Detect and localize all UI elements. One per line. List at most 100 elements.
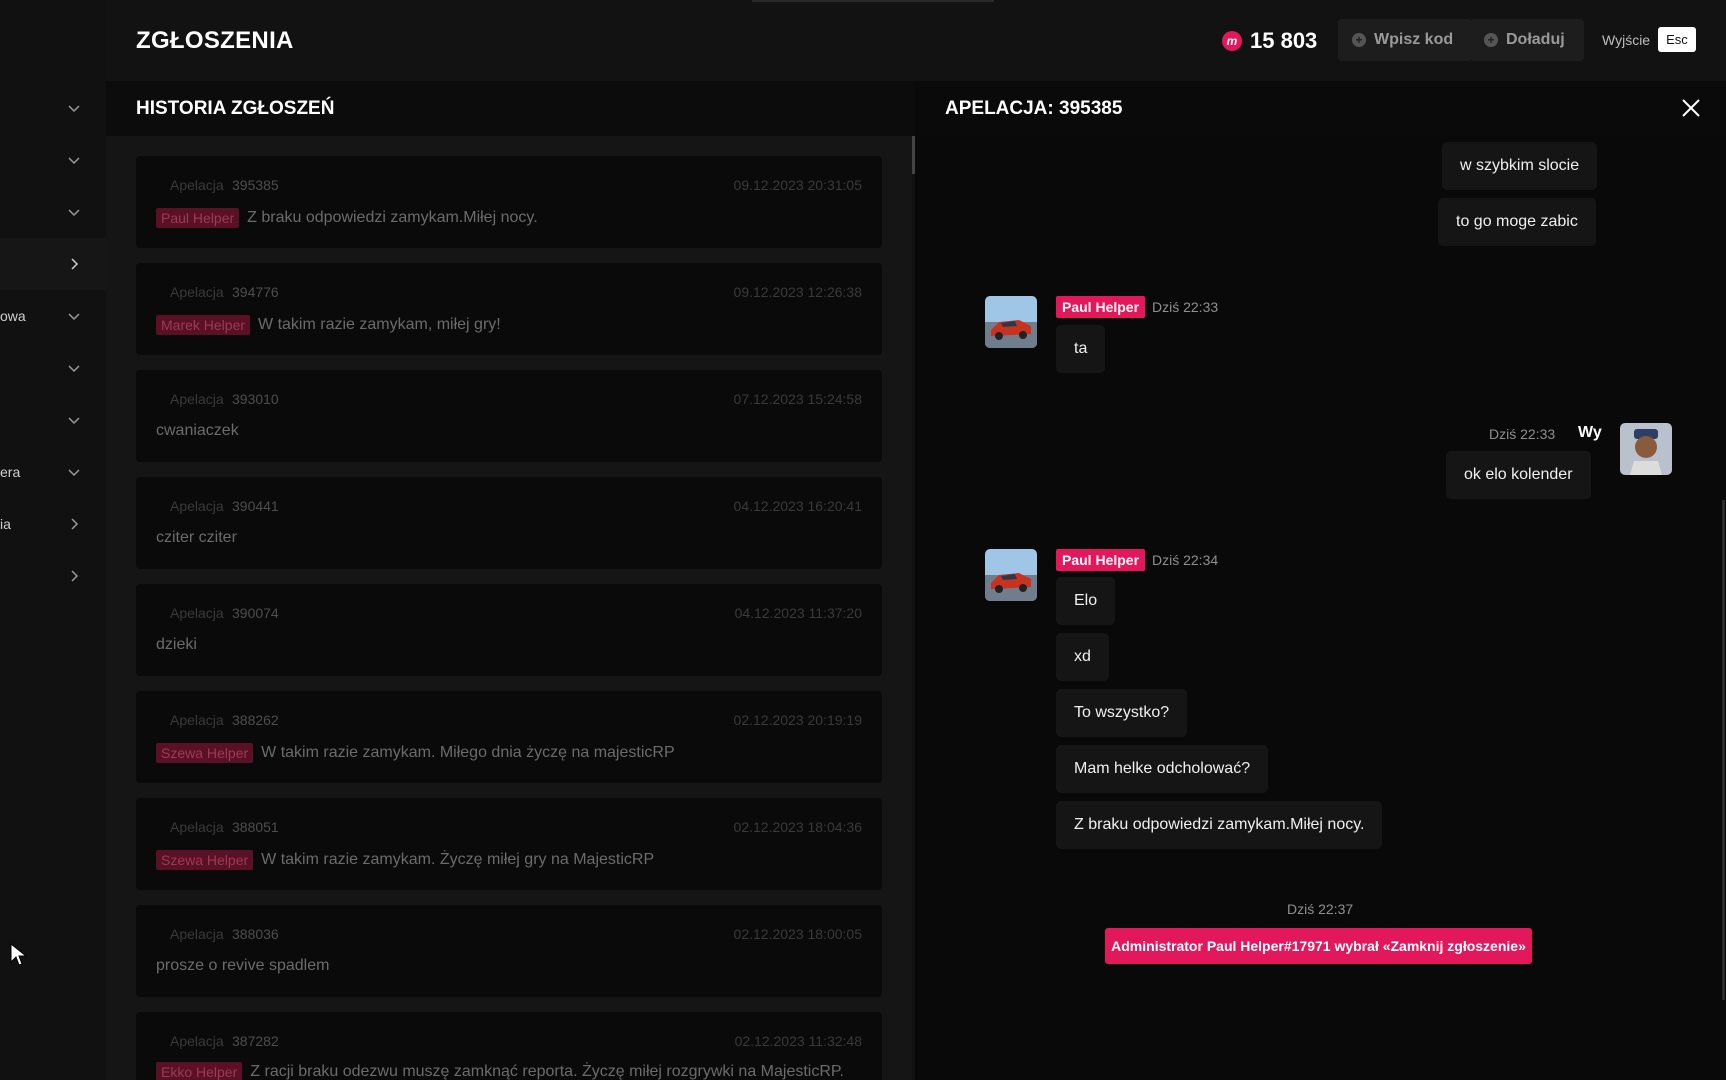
- page-title: ZGŁOSZENIA: [136, 27, 294, 54]
- ticket-id: 393010: [232, 391, 279, 407]
- top-indicator-line: [752, 0, 994, 2]
- ticket-message: cziter cziter: [156, 529, 237, 546]
- helper-badge: Marek Helper: [156, 315, 251, 335]
- ticket-last-message: Marek Helper W takim razie zamykam, miłe…: [156, 315, 501, 335]
- ticket-card[interactable]: Apelacja 388036 02.12.2023 18:00:05 pros…: [136, 905, 882, 997]
- ticket-message: W takim razie zamykam. Miłego dnia życzę…: [261, 744, 675, 761]
- mouse-cursor-icon: [10, 943, 28, 966]
- ticket-card[interactable]: Apelacja 394776 09.12.2023 12:26:38 Mare…: [136, 263, 882, 355]
- ticket-type: Apelacja: [170, 498, 224, 514]
- chevron-down-icon: [68, 313, 80, 321]
- ticket-card[interactable]: Apelacja 393010 07.12.2023 15:24:58 cwan…: [136, 370, 882, 462]
- chevron-down-icon: [68, 365, 80, 373]
- chat-title: APELACJA: 395385: [945, 98, 1123, 119]
- ticket-id: 395385: [232, 177, 279, 193]
- plus-icon: +: [1484, 33, 1498, 47]
- sidebar-item-label: owa: [0, 308, 26, 324]
- ticket-date: 02.12.2023 18:00:05: [733, 926, 862, 942]
- ticket-type: Apelacja: [170, 819, 224, 835]
- ticket-card[interactable]: Apelacja 395385 09.12.2023 20:31:05 Paul…: [136, 156, 882, 248]
- ticket-id: 387282: [232, 1033, 279, 1049]
- chevron-right-icon: [71, 518, 79, 530]
- helper-badge: Szewa Helper: [156, 743, 254, 763]
- helper-message: ta: [1056, 325, 1106, 373]
- ticket-last-message: Szewa Helper W takim razie zamykam. Życz…: [156, 850, 654, 870]
- ticket-type: Apelacja: [170, 1033, 224, 1049]
- top-bar: ZGŁOSZENIA m 15 803 + Wpisz kod + Doładu…: [106, 0, 1726, 81]
- ticket-type: Apelacja: [170, 284, 224, 300]
- plus-icon: +: [1352, 33, 1366, 47]
- sidebar-item-0[interactable]: [0, 82, 106, 134]
- message-time: Dziś 22:34: [1152, 552, 1219, 568]
- esc-key: Esc: [1658, 27, 1696, 52]
- chevron-down-icon: [68, 417, 80, 425]
- ticket-type: Apelacja: [170, 391, 224, 407]
- ticket-id: 388262: [232, 712, 279, 728]
- ticket-date: 02.12.2023 20:19:19: [733, 712, 862, 728]
- system-message-time: Dziś 22:37: [1287, 901, 1354, 917]
- chevron-down-icon: [68, 469, 80, 477]
- sidebar-item-4[interactable]: owa: [0, 290, 106, 342]
- sidebar-item-6[interactable]: [0, 394, 106, 446]
- ticket-message: dzieki: [156, 636, 197, 653]
- ticket-message: cwaniaczek: [156, 422, 239, 439]
- ticket-card[interactable]: Apelacja 390074 04.12.2023 11:37:20 dzie…: [136, 584, 882, 676]
- ticket-last-message: cwaniaczek: [156, 422, 239, 440]
- ticket-card[interactable]: Apelacja 387282 02.12.2023 11:32:48 Ekko…: [136, 1012, 882, 1080]
- ticket-last-message: prosze o revive spadlem: [156, 957, 329, 975]
- ticket-last-message: cziter cziter: [156, 529, 237, 547]
- helper-message: Mam helke odcholować?: [1056, 745, 1269, 793]
- ticket-last-message: Paul Helper Z braku odpowiedzi zamykam.M…: [156, 208, 538, 228]
- ticket-date: 07.12.2023 15:24:58: [733, 391, 862, 407]
- coin-icon: m: [1222, 31, 1242, 51]
- chevron-down-icon: [68, 105, 80, 113]
- ticket-id: 388036: [232, 926, 279, 942]
- ticket-last-message: dzieki: [156, 636, 197, 654]
- chevron-down-icon: [68, 157, 80, 165]
- enter-code-button[interactable]: + Wpisz kod: [1338, 19, 1473, 61]
- ticket-card[interactable]: Apelacja 390441 04.12.2023 16:20:41 czit…: [136, 477, 882, 569]
- ticket-type: Apelacja: [170, 712, 224, 728]
- ticket-card[interactable]: Apelacja 388262 02.12.2023 20:19:19 Szew…: [136, 691, 882, 783]
- helper-avatar: [985, 296, 1037, 348]
- sidebar-item-9[interactable]: [0, 550, 106, 602]
- system-message: Administrator Paul Helper#17971 wybrał «…: [1105, 928, 1532, 964]
- chat-scrollbar[interactable]: [1722, 500, 1725, 1000]
- ticket-type: Apelacja: [170, 177, 224, 193]
- car-avatar-icon: [985, 549, 1037, 601]
- ticket-message: Z racji braku odezwu muszę zamknąć repor…: [250, 1063, 844, 1080]
- ticket-date: 04.12.2023 16:20:41: [733, 498, 862, 514]
- ticket-date: 02.12.2023 18:04:36: [733, 819, 862, 835]
- sidebar-item-1[interactable]: [0, 134, 106, 186]
- sidebar-item-label: ia: [0, 516, 11, 532]
- sidebar-item-2[interactable]: [0, 186, 106, 238]
- ticket-type: Apelacja: [170, 926, 224, 942]
- close-icon[interactable]: [1680, 97, 1702, 119]
- history-title: HISTORIA ZGŁOSZEŃ: [136, 98, 335, 119]
- topup-label: Doładuj: [1506, 31, 1565, 48]
- sidebar-item-3[interactable]: [0, 238, 106, 290]
- helper-badge: Ekko Helper: [156, 1062, 243, 1080]
- sidebar-item-8[interactable]: ia: [0, 498, 106, 550]
- sidebar-item-5[interactable]: [0, 342, 106, 394]
- helper-message: To wszystko?: [1056, 689, 1188, 737]
- chevron-right-icon: [71, 570, 79, 582]
- helper-message: Elo: [1056, 577, 1116, 625]
- chat-header: APELACJA: 395385: [915, 81, 1726, 136]
- chevron-right-icon: [71, 258, 79, 270]
- exit-label: Wyjście: [1602, 31, 1651, 48]
- exit-button[interactable]: Wyjście Esc: [1602, 27, 1696, 52]
- character-avatar-icon: [1620, 423, 1672, 475]
- ticket-id: 388051: [232, 819, 279, 835]
- helper-name-badge: Paul Helper: [1056, 296, 1146, 318]
- helper-name-badge: Paul Helper: [1056, 549, 1146, 571]
- sidebar-item-7[interactable]: era: [0, 446, 106, 498]
- own-message: to go moge zabic: [1438, 198, 1596, 246]
- topup-button[interactable]: + Doładuj: [1470, 19, 1584, 61]
- helper-message: Z braku odpowiedzi zamykam.Miłej nocy.: [1056, 801, 1383, 849]
- car-avatar-icon: [985, 296, 1037, 348]
- helper-badge: Paul Helper: [156, 208, 240, 228]
- own-sender-name: Wy: [1578, 424, 1602, 441]
- ticket-card[interactable]: Apelacja 388051 02.12.2023 18:04:36 Szew…: [136, 798, 882, 890]
- ticket-id: 394776: [232, 284, 279, 300]
